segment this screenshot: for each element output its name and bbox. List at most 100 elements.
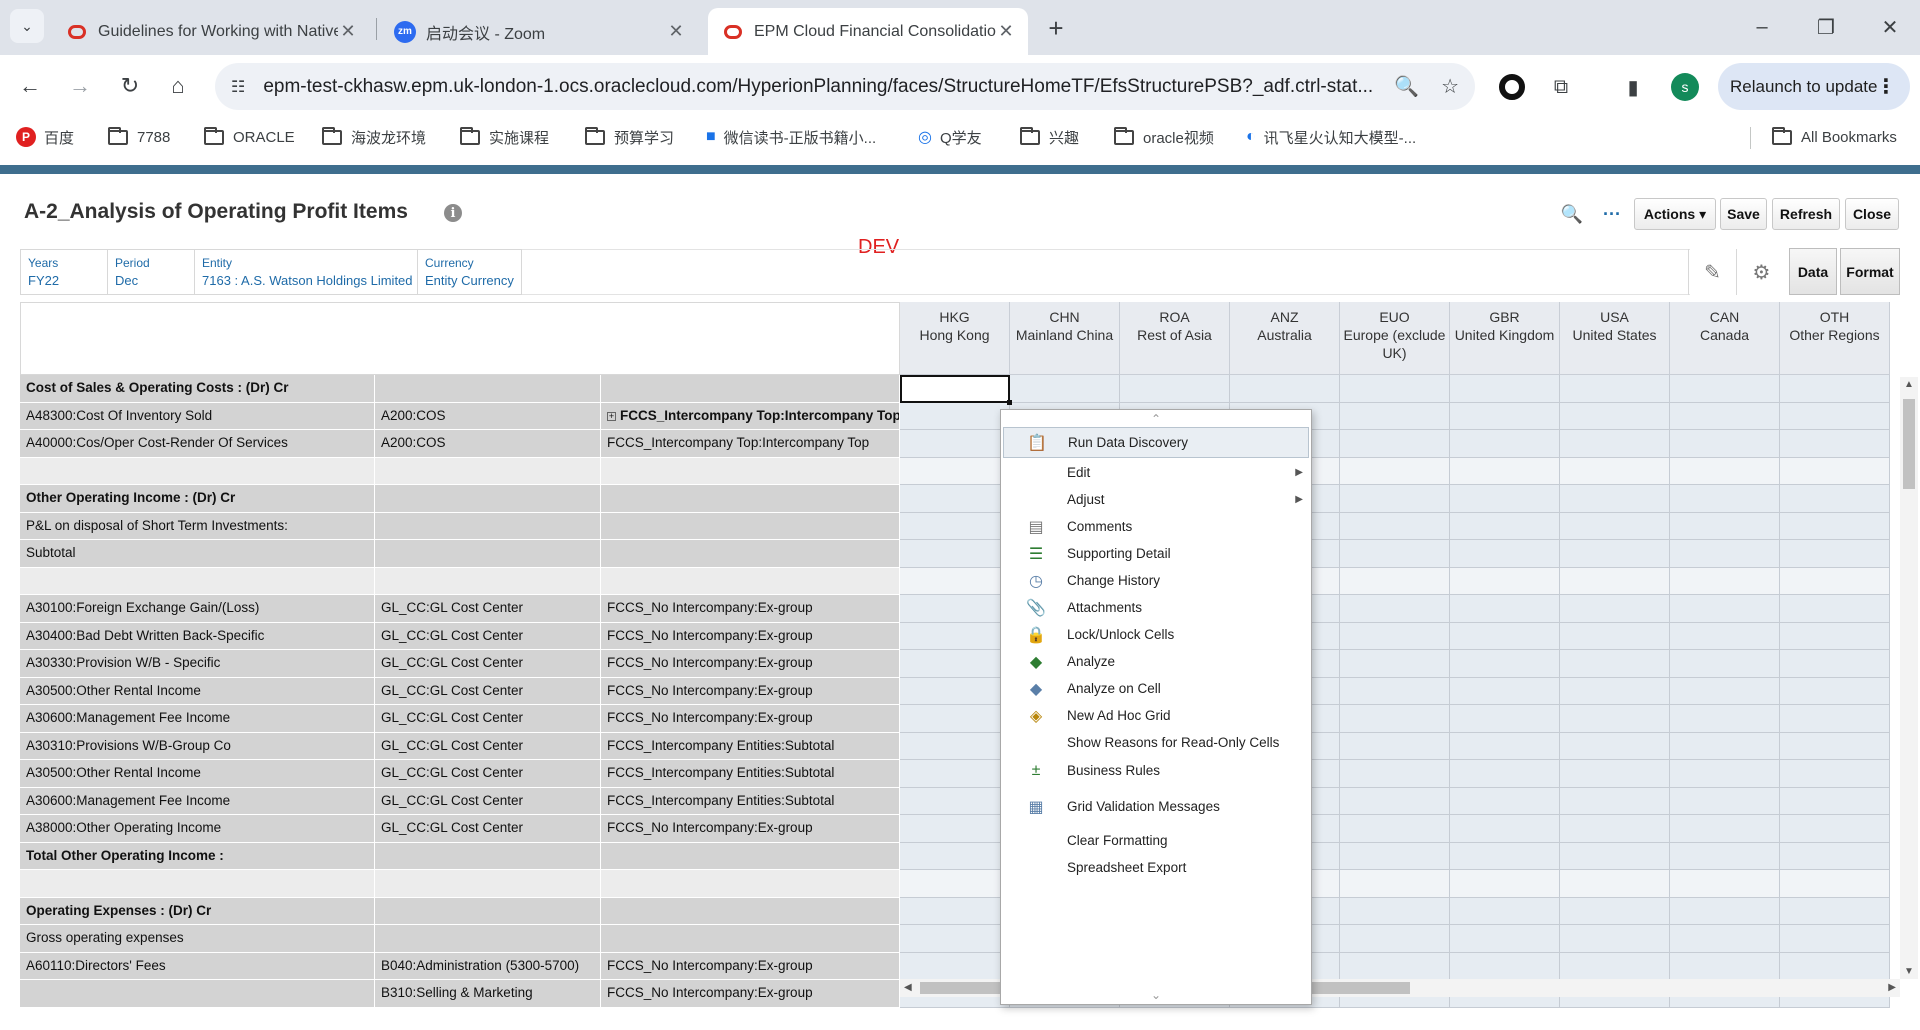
window-close-icon[interactable]: ✕ — [1870, 10, 1910, 44]
forward-arrow-icon[interactable]: → — [62, 68, 98, 104]
data-cell[interactable] — [1450, 705, 1560, 733]
data-cell[interactable] — [1780, 567, 1890, 595]
bookmark-baidu[interactable]: P 百度 — [16, 124, 74, 150]
row-header-cell[interactable] — [601, 897, 900, 925]
row-header-cell[interactable] — [375, 457, 601, 485]
data-cell[interactable] — [1560, 897, 1670, 925]
data-cell[interactable] — [1670, 402, 1780, 430]
bookmark-xfyun[interactable]: ◐ 讯飞星火认知大模型-... — [1246, 124, 1416, 150]
expand-icon[interactable]: + — [607, 411, 616, 421]
url-text[interactable]: epm-test-ckhasw.epm.uk-london-1.ocs.orac… — [263, 76, 1372, 98]
data-cell[interactable] — [1780, 952, 1890, 980]
data-cell[interactable] — [1340, 540, 1450, 568]
row-header-cell[interactable]: GL_CC:GL Cost Center — [375, 650, 601, 678]
data-cell[interactable] — [1560, 925, 1670, 953]
row-header-cell[interactable]: FCCS_No Intercompany:Ex-group — [601, 622, 900, 650]
pov-years[interactable]: Years FY22 — [21, 250, 108, 294]
data-cell[interactable] — [1340, 622, 1450, 650]
row-header-cell[interactable]: A60110:Directors' Fees — [20, 952, 375, 980]
data-cell[interactable] — [1670, 595, 1780, 623]
home-icon[interactable]: ⌂ — [160, 68, 196, 104]
more-menu-icon[interactable]: ⋮ — [1876, 74, 1896, 99]
row-header-cell[interactable]: A48300:Cost Of Inventory Sold — [20, 402, 375, 430]
profile-avatar[interactable]: s — [1670, 72, 1700, 102]
data-cell[interactable] — [1560, 595, 1670, 623]
row-header-cell[interactable]: FCCS_No Intercompany:Ex-group — [601, 952, 900, 980]
tab-epm-cloud[interactable]: EPM Cloud Financial Consolidation ✕ — [708, 8, 1028, 55]
data-cell[interactable] — [900, 870, 1010, 898]
menu-item-show-reasons-for-read-only-cells[interactable]: Show Reasons for Read-Only Cells — [1003, 727, 1309, 758]
new-tab-button[interactable]: + — [1040, 12, 1072, 44]
close-tab-icon[interactable]: ✕ — [338, 21, 358, 42]
data-cell[interactable] — [1780, 512, 1890, 540]
row-header-cell[interactable]: Gross operating expenses — [20, 925, 375, 953]
data-cell[interactable] — [1340, 375, 1450, 403]
row-header-cell[interactable]: FCCS_Intercompany Entities:Subtotal — [601, 760, 900, 788]
data-cell[interactable] — [1670, 375, 1780, 403]
data-cell[interactable] — [1670, 677, 1780, 705]
data-cell[interactable] — [900, 567, 1010, 595]
data-cell[interactable] — [1450, 622, 1560, 650]
bookmark-weread[interactable]: ■ 微信读书-正版书籍小... — [706, 124, 876, 150]
data-cell[interactable] — [1780, 897, 1890, 925]
data-cell[interactable] — [1450, 842, 1560, 870]
data-cell[interactable] — [900, 650, 1010, 678]
scroll-left-icon[interactable]: ◀ — [904, 979, 912, 997]
row-header-cell[interactable] — [601, 870, 900, 898]
data-cell[interactable] — [1450, 732, 1560, 760]
tab-zoom[interactable]: zm 启动会议 - Zoom ✕ — [380, 8, 698, 55]
data-cell[interactable] — [1120, 375, 1230, 403]
data-cell[interactable] — [1780, 732, 1890, 760]
data-cell[interactable] — [1670, 485, 1780, 513]
row-header-cell[interactable] — [601, 842, 900, 870]
row-header-cell[interactable] — [601, 512, 900, 540]
data-cell[interactable] — [1560, 402, 1670, 430]
data-cell[interactable] — [1780, 650, 1890, 678]
data-cell[interactable] — [1450, 815, 1560, 843]
data-cell[interactable] — [1670, 787, 1780, 815]
scroll-right-icon[interactable]: ▶ — [1888, 979, 1896, 997]
extension-ring-icon[interactable] — [1497, 72, 1527, 102]
tab-search-button[interactable]: ⌄ — [10, 9, 44, 43]
data-cell[interactable] — [900, 732, 1010, 760]
restore-icon[interactable]: ❐ — [1806, 10, 1846, 44]
column-header-can[interactable]: CAN Canada — [1670, 302, 1780, 375]
data-cell[interactable] — [1670, 732, 1780, 760]
row-header-cell[interactable]: Total Other Operating Income : — [20, 842, 375, 870]
row-header-cell[interactable]: GL_CC:GL Cost Center — [375, 760, 601, 788]
row-header-cell[interactable] — [375, 925, 601, 953]
row-header-cell[interactable]: + FCCS_Intercompany Top:Intercompany Top — [601, 402, 900, 430]
data-cell[interactable] — [1340, 650, 1450, 678]
data-cell[interactable] — [1560, 650, 1670, 678]
menu-item-spreadsheet-export[interactable]: Spreadsheet Export — [1003, 852, 1309, 883]
row-header-cell[interactable] — [601, 925, 900, 953]
row-header-cell[interactable] — [375, 375, 601, 403]
actions-button[interactable]: Actions ▾ — [1634, 198, 1716, 230]
data-cell[interactable] — [1450, 485, 1560, 513]
data-cell[interactable] — [1780, 430, 1890, 458]
data-cell[interactable] — [1450, 650, 1560, 678]
column-header-hkg[interactable]: HKG Hong Kong — [900, 302, 1010, 375]
data-cell[interactable] — [1450, 787, 1560, 815]
row-header-cell[interactable]: FCCS_Intercompany Entities:Subtotal — [601, 787, 900, 815]
row-header-cell[interactable] — [375, 870, 601, 898]
data-cell[interactable] — [1340, 897, 1450, 925]
pov-entity[interactable]: Entity 7163 : A.S. Watson Holdings Limite… — [195, 250, 418, 294]
selected-cell[interactable] — [900, 375, 1012, 404]
data-cell[interactable] — [1670, 870, 1780, 898]
menu-item-business-rules[interactable]: ± Business Rules — [1003, 755, 1309, 786]
data-cell[interactable] — [1560, 870, 1670, 898]
info-icon[interactable]: i — [444, 204, 462, 222]
row-header-cell[interactable] — [601, 567, 900, 595]
data-cell[interactable] — [1560, 842, 1670, 870]
data-cell[interactable] — [1340, 512, 1450, 540]
edit-pencil-icon[interactable]: ✎ — [1688, 249, 1736, 295]
data-cell[interactable] — [1780, 815, 1890, 843]
row-header-cell[interactable] — [601, 457, 900, 485]
column-header-oth[interactable]: OTH Other Regions — [1780, 302, 1890, 375]
tab-data[interactable]: Data — [1789, 248, 1837, 295]
data-cell[interactable] — [1450, 402, 1560, 430]
tab-guidelines[interactable]: Guidelines for Working with Native ✕ — [52, 8, 370, 55]
data-cell[interactable] — [900, 457, 1010, 485]
row-header-cell[interactable]: Other Operating Income : (Dr) Cr — [20, 485, 375, 513]
